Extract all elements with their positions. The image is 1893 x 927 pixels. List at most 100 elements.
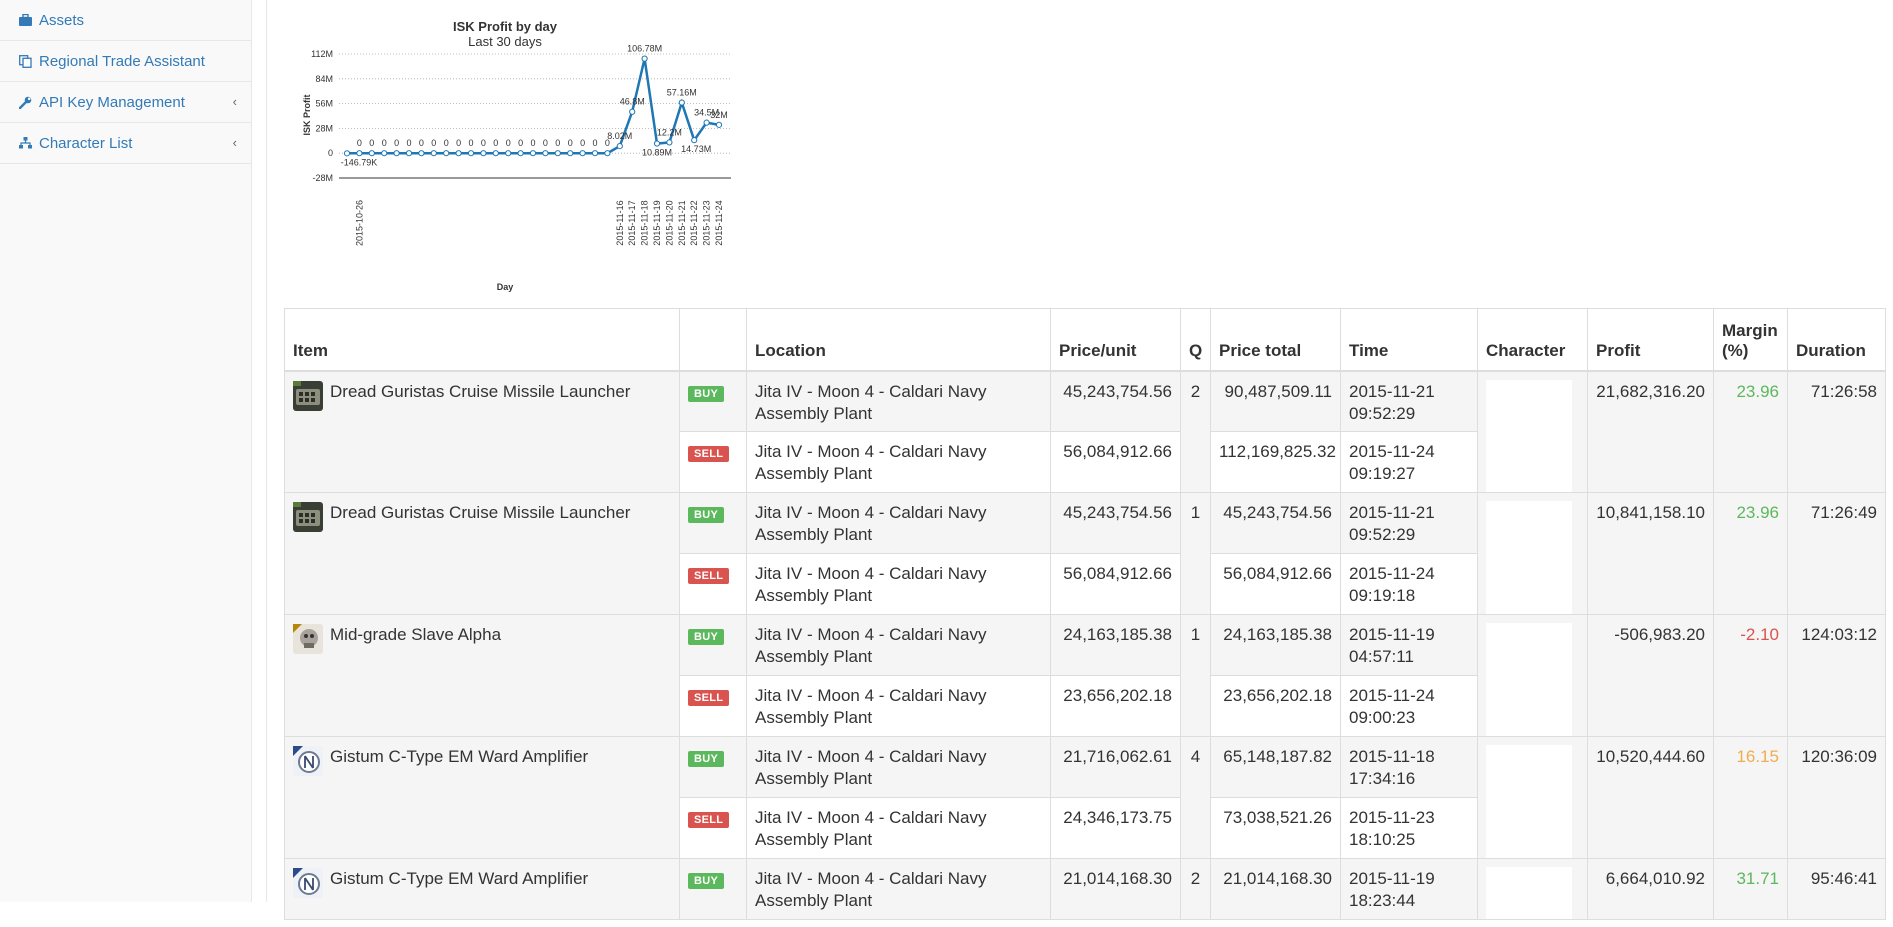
data-label: 8.02M	[607, 131, 632, 141]
time-cell: 2015-11-19 04:57:11	[1340, 614, 1478, 676]
price-total-cell: 73,038,521.26	[1210, 797, 1341, 859]
item-cell[interactable]: Dread Guristas Cruise Missile Launcher	[284, 492, 680, 615]
profit-chart: ISK Profit by dayLast 30 days 112M 84M 56M 2…	[302, 19, 731, 292]
x-axis-label: Day	[497, 282, 514, 292]
wrench-icon	[18, 95, 32, 109]
table-row[interactable]: Mid-grade Slave Alpha BUY Jita IV - Moon 4…	[284, 614, 1886, 744]
data-label: 57.16M	[667, 88, 697, 98]
column-header-character[interactable]: Character	[1477, 308, 1588, 372]
item-cell[interactable]: Gistum C-Type EM Ward Amplifier	[284, 858, 680, 920]
data-label: 0	[506, 138, 511, 148]
price-unit-cell: 21,716,062.61	[1050, 736, 1181, 798]
item-name: Gistum C-Type EM Ward Amplifier	[330, 869, 589, 888]
table-row[interactable]: Gistum C-Type EM Ward Amplifier BUY Jita I…	[284, 858, 1886, 927]
data-point	[405, 150, 413, 157]
data-point	[517, 150, 524, 157]
column-header-q[interactable]: Q	[1180, 308, 1211, 372]
chevron-left-icon[interactable]: ‹	[233, 135, 237, 150]
x-tick-label: 2015-11-18	[640, 200, 650, 245]
item-cell[interactable]: Dread Guristas Cruise Missile Launcher	[284, 370, 680, 493]
shield-amplifier-icon	[293, 746, 323, 776]
x-tick-label: 2015-11-20	[664, 200, 674, 245]
margin-cell: 23.96	[1713, 370, 1788, 493]
item-cell[interactable]: Mid-grade Slave Alpha	[284, 614, 680, 737]
price-unit-cell: 56,084,912.66	[1050, 431, 1181, 493]
y-tick-label: 56M	[315, 99, 333, 109]
profit-cell: 10,841,158.10	[1587, 492, 1714, 615]
x-tick-label: 2015-11-23	[702, 200, 712, 245]
table-header-row: Item Location Price/unit Q Price total Time Ch…	[284, 308, 1886, 372]
profit-cell: -506,983.20	[1587, 614, 1714, 737]
x-tick-label: 2015-11-24	[714, 200, 724, 245]
sidebar-item-character-list[interactable]: Character List ‹	[0, 123, 251, 164]
buy-badge: BUY	[688, 873, 725, 889]
data-label: 0	[568, 138, 573, 148]
data-point	[715, 121, 723, 128]
character-cell	[1477, 858, 1588, 927]
data-label: 0	[394, 138, 399, 148]
y-axis-label: ISK Profit	[302, 94, 312, 135]
main-content: ISK Profit by day Last 30 days 112M 84M 56M 2…	[266, 0, 1893, 927]
margin-cell: 23.96	[1713, 492, 1788, 615]
column-header-item[interactable]: Item	[284, 308, 680, 372]
price-unit-cell: 24,163,185.38	[1050, 614, 1181, 676]
sidebar-item-api-key-management[interactable]: API Key Management ‹	[0, 82, 251, 123]
item: Mid-grade Slave Alpha	[293, 624, 671, 654]
type-cell: BUY	[679, 370, 747, 432]
buy-badge: BUY	[688, 385, 725, 402]
price-total-cell: 56,084,912.66	[1210, 553, 1341, 615]
time-cell: 2015-11-24 09:19:27	[1340, 431, 1478, 493]
price-unit-cell: 23,656,202.18	[1050, 675, 1181, 737]
x-tick-label: 2015-11-19	[652, 200, 662, 245]
table-row[interactable]: Gistum C-Type EM Ward Amplifier BUY Jita I…	[284, 736, 1886, 866]
table-row[interactable]: Dread Guristas Cruise Missile Launcher BU…	[284, 492, 1886, 622]
sidebar-item-label: API Key Management	[39, 93, 185, 111]
data-label: 0	[419, 138, 424, 148]
y-tick-label: 112M	[311, 49, 333, 59]
data-point	[418, 150, 425, 157]
item: Dread Guristas Cruise Missile Launcher	[293, 502, 671, 532]
sidebar-item-assets[interactable]: Assets	[0, 0, 251, 41]
price-total-cell: 23,656,202.18	[1210, 675, 1341, 737]
table-row[interactable]: Dread Guristas Cruise Missile Launcher BU…	[284, 370, 1886, 500]
data-point	[579, 150, 586, 157]
duration-cell: 71:26:58	[1787, 370, 1886, 493]
character-placeholder	[1486, 745, 1572, 866]
sidebar-item-regional-trade-assistant[interactable]: Regional Trade Assistant	[0, 41, 251, 82]
profit-cell: 6,664,010.92	[1587, 858, 1714, 920]
time-cell: 2015-11-19 18:23:44	[1340, 858, 1478, 920]
chevron-left-icon[interactable]: ‹	[233, 94, 237, 109]
sidebar: Assets Regional Trade Assistant API Key Ma…	[0, 0, 252, 902]
profit-cell: 21,682,316.20	[1587, 370, 1714, 493]
data-point	[691, 137, 698, 144]
data-label: 10.89M	[642, 148, 672, 158]
column-header-duration[interactable]: Duration	[1787, 308, 1886, 372]
quantity-cell: 4	[1180, 736, 1211, 859]
column-header-profit[interactable]: Profit	[1587, 308, 1714, 372]
column-header-time[interactable]: Time	[1340, 308, 1478, 372]
item-name: Mid-grade Slave Alpha	[330, 625, 502, 644]
data-label: 0	[357, 138, 362, 148]
sidebar-item-label: Character List	[39, 134, 133, 152]
profit-cell: 10,520,444.60	[1587, 736, 1714, 859]
data-point	[641, 55, 648, 62]
margin-cell: 31.71	[1713, 858, 1788, 920]
column-header-location[interactable]: Location	[746, 308, 1051, 372]
data-point	[430, 150, 437, 157]
data-label: 0	[481, 138, 486, 148]
column-header-type[interactable]	[679, 308, 747, 372]
data-label: 12.2M	[657, 127, 682, 137]
item-name: Dread Guristas Cruise Missile Launcher	[330, 381, 631, 401]
data-point	[480, 150, 487, 157]
item: Dread Guristas Cruise Missile Launcher	[293, 380, 671, 411]
column-header-margin[interactable]: Margin (%)	[1713, 308, 1788, 372]
margin-cell: -2.10	[1713, 614, 1788, 737]
data-label: 32M	[710, 110, 728, 120]
data-point	[467, 150, 475, 157]
data-point	[604, 150, 611, 157]
trades-table: Item Location Price/unit Q Price total Time Ch…	[284, 308, 1886, 927]
column-header-price-unit[interactable]: Price/unit	[1050, 308, 1181, 372]
column-header-price-total[interactable]: Price total	[1210, 308, 1341, 372]
item-cell[interactable]: Gistum C-Type EM Ward Amplifier	[284, 736, 680, 859]
y-tick-label: -28M	[312, 173, 333, 183]
